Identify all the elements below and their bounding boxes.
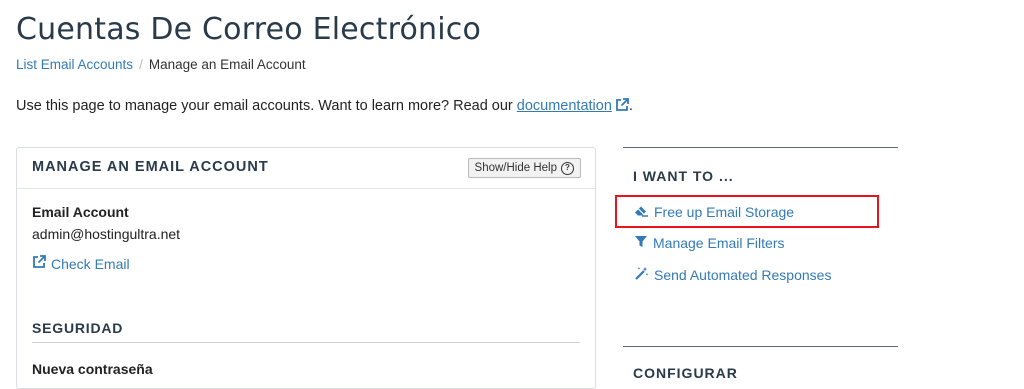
send-automated-responses-label: Send Automated Responses [654, 266, 832, 283]
intro-suffix: . [628, 98, 633, 114]
security-section-title: SEGURIDAD [32, 320, 580, 343]
intro-text-body: Use this page to manage your email accou… [16, 98, 517, 114]
external-link-icon[interactable] [615, 98, 629, 116]
manage-email-account-panel: MANAGE AN EMAIL ACCOUNT Show/Hide Help ?… [16, 147, 596, 389]
free-up-email-storage-link[interactable]: Free up Email Storage [634, 204, 794, 220]
email-account-value: admin@hostingultra.net [32, 226, 181, 242]
sidebar-title: I WANT TO ... [633, 168, 734, 184]
check-email-link[interactable]: Check Email [32, 255, 130, 272]
sidebar-divider [623, 147, 898, 148]
breadcrumb: List Email Accounts / Manage an Email Acco… [16, 57, 306, 72]
breadcrumb-current: Manage an Email Account [148, 57, 306, 72]
eraser-icon [634, 204, 649, 220]
question-circle-icon: ? [561, 161, 574, 175]
free-up-email-storage-label: Free up Email Storage [654, 204, 795, 220]
external-link-icon [32, 255, 46, 272]
email-account-label: Email Account [32, 204, 129, 220]
manage-email-filters-link[interactable]: Manage Email Filters [634, 235, 785, 251]
sidebar-divider-configurar [623, 346, 898, 347]
breadcrumb-separator: / [139, 57, 143, 72]
show-hide-help-button[interactable]: Show/Hide Help ? [467, 158, 581, 178]
panel-header: MANAGE AN EMAIL ACCOUNT Show/Hide Help ? [17, 148, 595, 189]
manage-email-filters-label: Manage Email Filters [653, 235, 785, 251]
documentation-link[interactable]: documentation [517, 98, 612, 114]
intro-text: Use this page to manage your email accou… [16, 98, 633, 116]
check-email-label: Check Email [51, 255, 130, 272]
panel-title: MANAGE AN EMAIL ACCOUNT [32, 159, 269, 175]
help-button-label: Show/Hide Help [474, 162, 557, 174]
page-title: Cuentas De Correo Electrónico [16, 12, 481, 47]
configurar-section-title: CONFIGURAR [633, 365, 738, 381]
magic-wand-icon [634, 266, 649, 283]
send-automated-responses-link[interactable]: Send Automated Responses [634, 266, 831, 283]
filter-icon [634, 235, 648, 251]
i-want-to-sidebar: I WANT TO ... [623, 147, 898, 184]
breadcrumb-link-list-email-accounts[interactable]: List Email Accounts [16, 57, 133, 72]
